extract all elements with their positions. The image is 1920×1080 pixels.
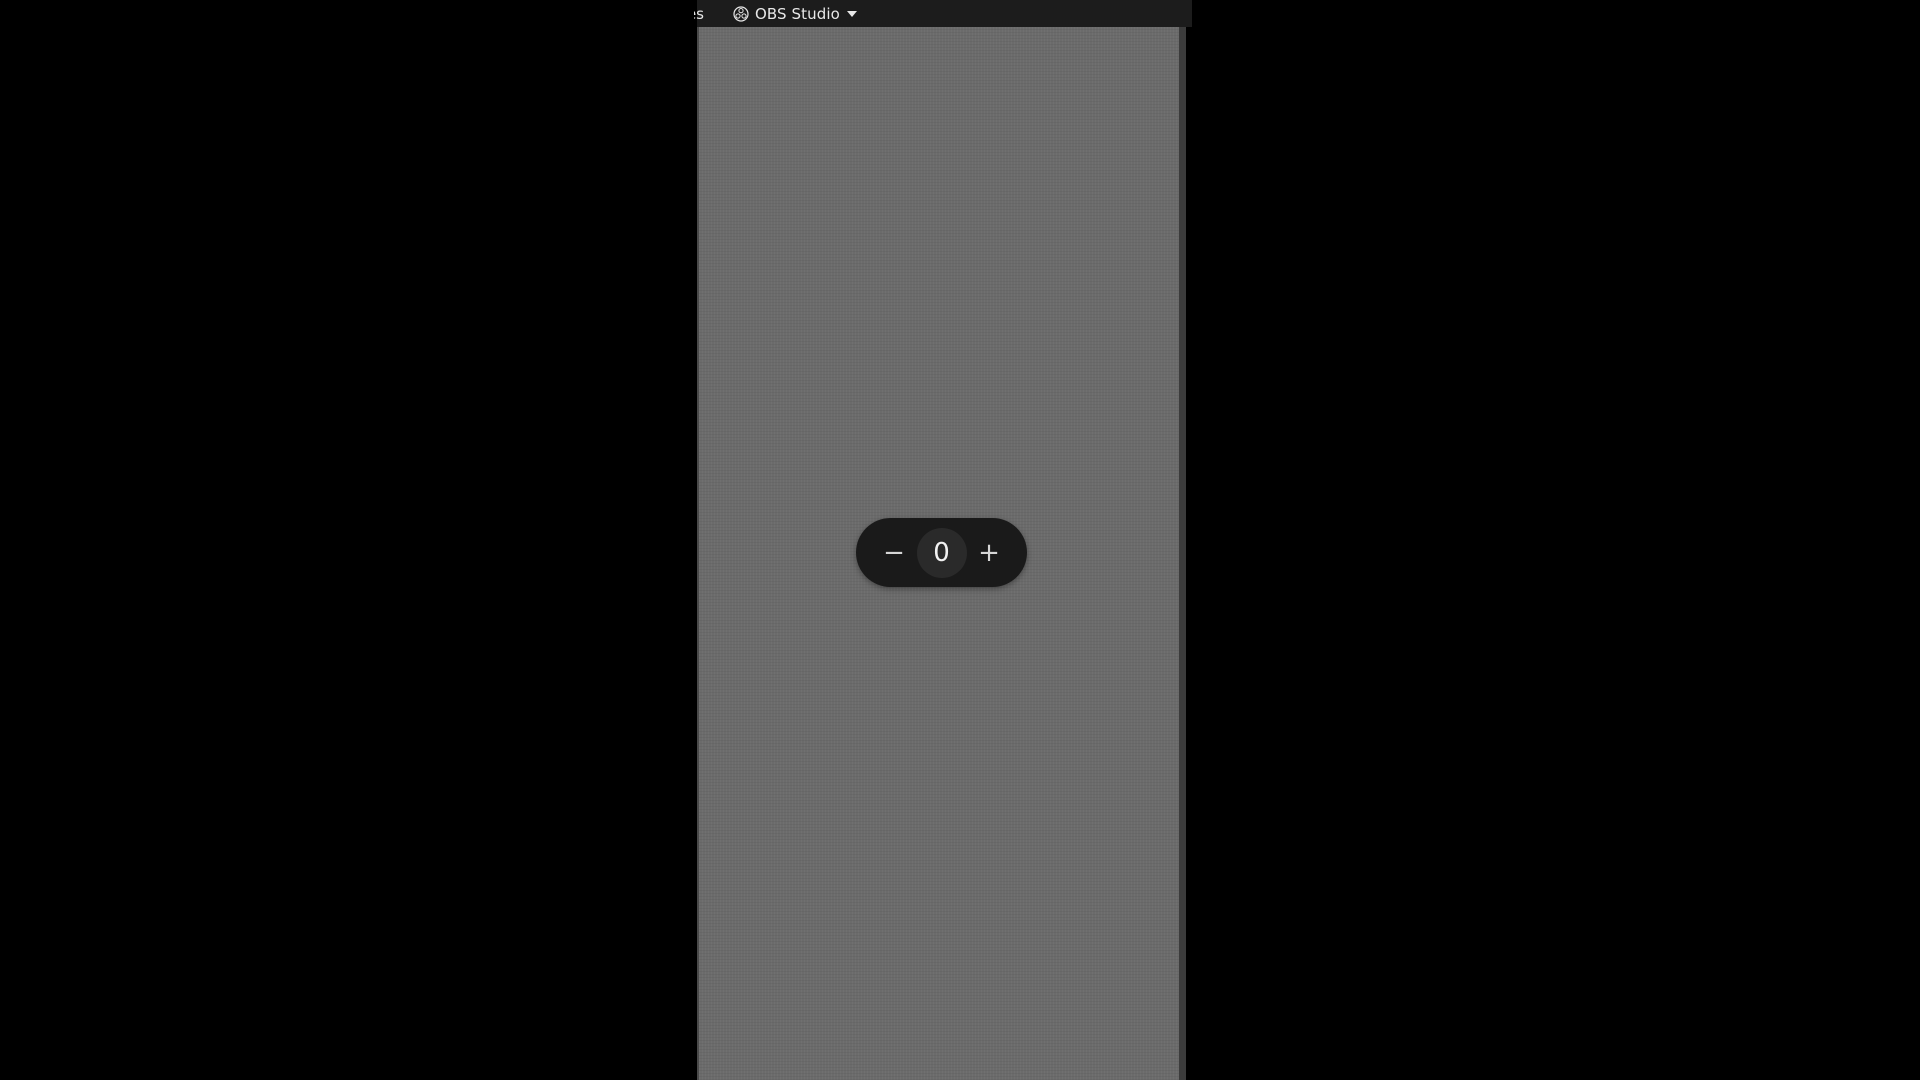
- chevron-down-icon: [846, 10, 857, 17]
- counter-stepper: − 0 +: [856, 518, 1027, 587]
- obs-icon: [733, 5, 749, 22]
- activities-button[interactable]: Activities: [694, 5, 704, 23]
- top-bar: Activities OBS Studio: [694, 0, 1192, 27]
- app-name-label: OBS Studio: [755, 4, 840, 23]
- app-menu-button[interactable]: OBS Studio: [733, 0, 857, 27]
- desktop: Activities OBS Studio − 0 +: [0, 0, 1920, 1080]
- counter-value: 0: [916, 527, 967, 578]
- plus-icon[interactable]: +: [969, 533, 1009, 573]
- minus-icon[interactable]: −: [874, 533, 914, 573]
